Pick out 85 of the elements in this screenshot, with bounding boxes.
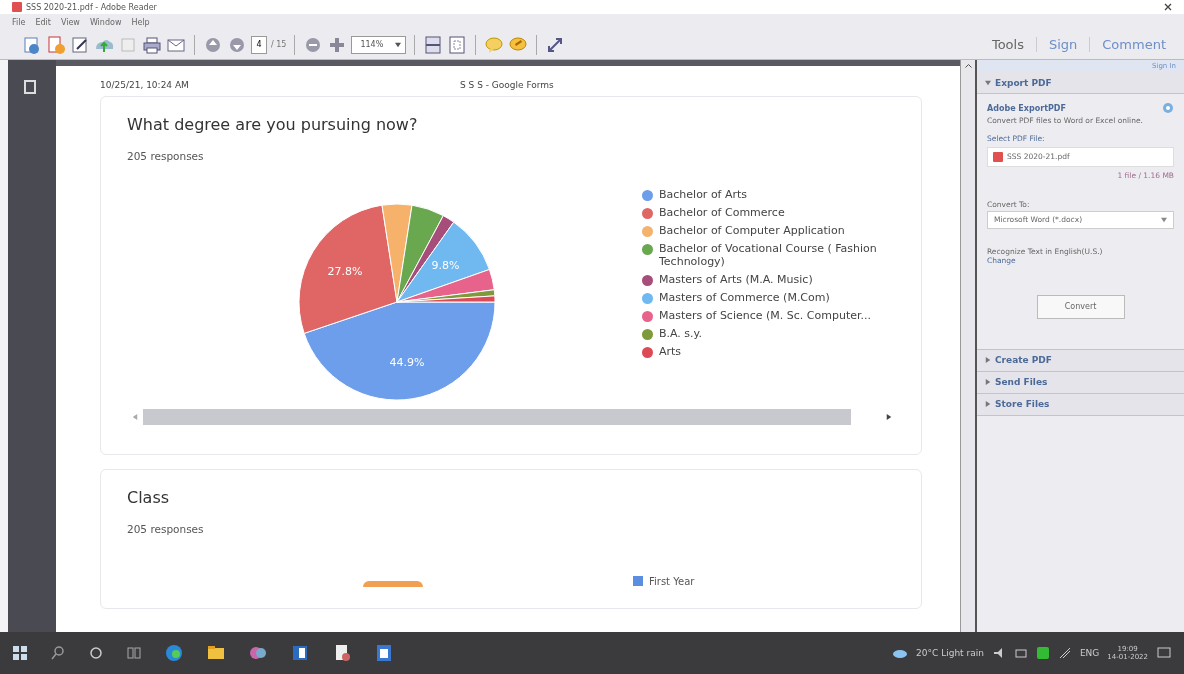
horizontal-scrollbar[interactable] — [143, 409, 851, 425]
legend-label: Masters of Science (M. Sc. Computer... — [659, 309, 871, 322]
legend-dot — [642, 190, 653, 201]
chart-edge — [363, 581, 423, 587]
pdf-file-icon — [993, 151, 1003, 162]
legend-label: Masters of Commerce (M.Com) — [659, 291, 830, 304]
legend-dot — [642, 275, 653, 286]
legend-square — [633, 576, 643, 586]
slice-label: 44.9% — [389, 356, 425, 369]
convert-button[interactable]: Convert — [1036, 294, 1125, 319]
section-title: Store Files — [995, 399, 1050, 410]
windows-start-icon[interactable] — [12, 645, 28, 661]
legend-dot — [642, 244, 653, 255]
search-icon[interactable] — [50, 645, 66, 661]
legend-dot — [642, 226, 653, 237]
comment-icon[interactable] — [484, 34, 505, 55]
fit-width-icon[interactable] — [447, 34, 468, 55]
pdf-file-icon — [12, 2, 22, 12]
service-title: Adobe ExportPDF — [987, 103, 1066, 113]
question-title: Class — [127, 488, 171, 507]
caret-icon[interactable] — [395, 41, 402, 48]
legend-dot — [642, 329, 653, 340]
reader-app-icon[interactable] — [374, 643, 394, 663]
legend-label: Bachelor of Arts — [659, 188, 748, 201]
pages-icon[interactable] — [24, 80, 36, 94]
legend-dot — [642, 347, 653, 358]
menu-item[interactable]: Window — [89, 17, 122, 27]
menu-item[interactable]: View — [60, 17, 80, 27]
legend-label: Arts — [659, 345, 682, 358]
response-count: 205 responses — [127, 523, 205, 535]
app-tray-icon[interactable] — [1035, 646, 1050, 660]
triangle-icon[interactable] — [985, 379, 991, 386]
notification-icon[interactable] — [1156, 645, 1172, 661]
triangle-icon[interactable] — [985, 79, 991, 86]
legend-label: First Year — [649, 576, 695, 587]
zoom-dropdown[interactable]: 114% — [351, 35, 407, 54]
close-icon[interactable] — [1164, 3, 1172, 11]
vertical-scrollbar[interactable] — [960, 60, 975, 632]
legend-dot — [642, 208, 653, 219]
cloud-icon — [892, 647, 909, 659]
print-title: S S S - Google Forms — [460, 80, 554, 90]
legend-dot — [642, 311, 653, 322]
section-title: Export PDF — [995, 77, 1052, 88]
language-indicator[interactable]: ENG — [1079, 648, 1100, 658]
legend-dot — [642, 293, 653, 304]
legend-label: Bachelor of Computer Application — [659, 224, 845, 237]
pane-tab[interactable]: Tools — [979, 37, 1036, 52]
info-icon[interactable] — [1162, 102, 1174, 114]
weather-text[interactable]: 20°C Light rain — [916, 648, 984, 658]
response-count: 205 responses — [127, 150, 205, 162]
question-title: What degree are you pursuing now? — [127, 115, 419, 134]
menu-item[interactable]: Help — [131, 17, 150, 27]
fit-page-icon[interactable] — [423, 34, 444, 55]
scroll-left-icon[interactable] — [132, 414, 138, 420]
scroll-up-icon[interactable] — [964, 64, 972, 68]
section-title: Create PDF — [995, 355, 1052, 366]
section-title: Send Files — [995, 377, 1048, 388]
print-icon[interactable] — [142, 34, 162, 55]
caret-icon[interactable] — [1161, 216, 1167, 223]
section-header[interactable]: Store Files — [977, 393, 1184, 416]
legend-label: Bachelor of Vocational Course ( Fashion Technology) — [659, 242, 878, 268]
window-title: SSS 2020-21.pdf - Adobe Reader — [26, 2, 158, 12]
circle-icon[interactable] — [88, 645, 104, 661]
triangle-icon[interactable] — [985, 401, 991, 408]
legend-label: Masters of Arts (M.A. Music) — [659, 273, 813, 286]
scroll-right-icon[interactable] — [886, 414, 892, 420]
slice-label: 9.8% — [431, 259, 460, 273]
menu-item[interactable]: Edit — [35, 17, 51, 27]
section-header[interactable]: Export PDF — [977, 72, 1184, 94]
task-view-icon[interactable] — [126, 645, 142, 661]
slice-label: 27.8% — [327, 264, 363, 278]
legend-label: B.A. s.y. — [659, 327, 703, 340]
section-header[interactable]: Create PDF — [977, 349, 1184, 372]
pane-tab[interactable]: Sign — [1035, 37, 1090, 52]
section-header[interactable]: Send Files — [977, 371, 1184, 394]
word-icon[interactable] — [290, 643, 310, 663]
print-timestamp: 10/25/21, 10:24 AM — [100, 80, 190, 90]
triangle-icon[interactable] — [985, 357, 991, 364]
browser-icon[interactable] — [164, 643, 184, 663]
edit-icon[interactable] — [70, 34, 90, 55]
legend-label: Bachelor of Commerce — [659, 206, 785, 219]
pane-tab[interactable]: Comment — [1089, 37, 1178, 52]
page-count: / 15 — [271, 40, 287, 49]
page-number-field[interactable]: 4 — [251, 35, 267, 54]
menu-item[interactable]: File — [12, 17, 26, 27]
